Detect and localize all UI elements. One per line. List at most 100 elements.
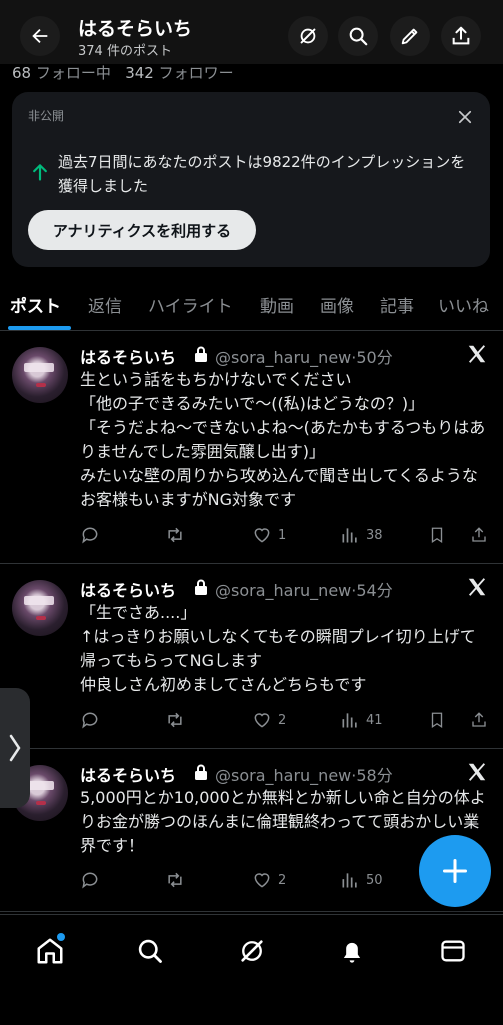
x-logo-icon — [466, 576, 488, 602]
tab-images[interactable]: 画像 — [320, 292, 354, 317]
heart-icon — [254, 873, 270, 888]
back-arrow-icon — [32, 28, 48, 44]
views-button[interactable]: 50 — [340, 870, 383, 890]
post-author-name[interactable]: はるそらいち — [80, 344, 176, 368]
reply-icon — [82, 872, 98, 889]
nav-grok[interactable] — [236, 935, 268, 967]
plus-icon — [442, 858, 468, 884]
like-button[interactable]: 2 — [252, 870, 286, 890]
bottom-navigation — [0, 914, 503, 1025]
post-author-name[interactable]: はるそらいち — [80, 577, 176, 601]
following-label[interactable]: フォロー中 — [36, 64, 111, 82]
close-card-button[interactable] — [456, 108, 474, 130]
impression-message: 過去7日間にあなたのポストは9822件のインプレッションを獲得しました — [58, 153, 466, 195]
share-icon — [472, 712, 486, 727]
nav-messages[interactable] — [437, 935, 469, 967]
views-button[interactable]: 38 — [340, 525, 383, 545]
post-item[interactable]: はるそらいち @sora_haru_new·50分 生という話をもちかけないでく… — [0, 331, 503, 564]
followers-count[interactable]: 342 — [125, 64, 154, 82]
repost-icon — [168, 712, 182, 728]
repost-button[interactable] — [164, 525, 192, 545]
search-icon — [138, 939, 162, 963]
messages-icon — [441, 940, 465, 962]
reply-icon — [82, 712, 98, 729]
reply-button[interactable] — [80, 710, 106, 730]
post-handle[interactable]: @sora_haru_new — [215, 581, 351, 600]
tab-likes[interactable]: いいね — [438, 292, 489, 317]
grok-button[interactable] — [288, 16, 328, 56]
close-icon — [458, 110, 472, 124]
views-icon — [342, 713, 357, 728]
share-button[interactable] — [441, 16, 481, 56]
post-actions: 2 41 — [80, 710, 490, 734]
like-button[interactable]: 2 — [252, 710, 286, 730]
search-button[interactable] — [338, 16, 378, 56]
repost-button[interactable] — [164, 870, 192, 890]
heart-icon — [254, 528, 270, 543]
repost-icon — [168, 527, 182, 543]
post-body: 「生でさあ....」 ↑はっきりお願いしなくてもその瞬間プレイ切り上げて帰っても… — [80, 603, 476, 694]
post-item[interactable]: はるそらいち @sora_haru_new·54分 「生でさあ....」 ↑はっ… — [0, 564, 503, 749]
tab-articles[interactable]: 記事 — [380, 292, 414, 317]
tab-videos[interactable]: 動画 — [260, 292, 294, 317]
post-time[interactable]: 50分 — [356, 348, 392, 367]
post-body: 生という話をもちかけないでください 「他の子できるみたいで〜((私)はどうなの？… — [80, 370, 486, 509]
bookmark-icon — [431, 527, 443, 544]
follow-stats: 68 フォロー中 342 フォロワー — [12, 62, 234, 83]
pencil-icon — [401, 28, 418, 45]
tab-highlights[interactable]: ハイライト — [148, 292, 233, 317]
post-handle[interactable]: @sora_haru_new — [215, 348, 351, 367]
active-tab-indicator — [8, 326, 71, 330]
nav-notifications[interactable] — [336, 935, 368, 967]
bookmark-button[interactable] — [428, 525, 446, 545]
like-count: 2 — [278, 712, 287, 728]
reply-button[interactable] — [80, 525, 106, 545]
search-icon — [349, 27, 368, 46]
nav-search[interactable] — [134, 935, 166, 967]
repost-button[interactable] — [164, 710, 192, 730]
profile-title: はるそらいち — [78, 18, 193, 40]
view-count: 41 — [366, 712, 383, 728]
side-drawer-handle[interactable] — [0, 688, 30, 808]
repost-icon — [168, 872, 182, 888]
share-icon — [452, 26, 470, 45]
analytics-button[interactable]: アナリティクスを利用する — [28, 210, 256, 250]
lock-icon — [195, 764, 207, 780]
notification-dot — [57, 933, 65, 941]
post-handle[interactable]: @sora_haru_new — [215, 766, 351, 785]
views-icon — [342, 528, 357, 543]
notifications-icon — [343, 942, 361, 963]
avatar[interactable] — [12, 347, 68, 403]
views-icon — [342, 873, 357, 888]
tab-posts[interactable]: ポスト — [10, 292, 61, 317]
trend-up-icon — [30, 162, 50, 186]
lock-icon — [195, 579, 207, 595]
x-logo-icon — [466, 343, 488, 369]
tab-replies[interactable]: 返信 — [88, 292, 122, 317]
analytics-card: 非公開 過去7日間にあなたのポストは9822件のインプレッションを獲得しました … — [12, 92, 490, 267]
grok-icon — [300, 28, 316, 44]
avatar[interactable] — [12, 580, 68, 636]
reply-button[interactable] — [80, 870, 106, 890]
view-count: 50 — [366, 872, 383, 888]
share-post-button[interactable] — [470, 710, 488, 730]
bookmark-icon — [431, 712, 443, 729]
reply-icon — [82, 527, 98, 544]
bookmark-button[interactable] — [428, 710, 446, 730]
like-button[interactable]: 1 — [252, 525, 286, 545]
back-button[interactable] — [20, 16, 60, 56]
lock-icon — [195, 346, 207, 362]
edit-profile-button[interactable] — [390, 16, 430, 56]
x-logo-icon — [466, 761, 488, 787]
share-post-button[interactable] — [470, 525, 488, 545]
compose-post-button[interactable] — [419, 835, 491, 907]
post-time[interactable]: 58分 — [356, 766, 392, 785]
followers-label[interactable]: フォロワー — [159, 64, 234, 82]
private-label: 非公開 — [28, 109, 65, 123]
following-count[interactable]: 68 — [12, 64, 31, 82]
post-author-name[interactable]: はるそらいち — [80, 762, 176, 786]
post-time[interactable]: 54分 — [356, 581, 392, 600]
view-count: 38 — [366, 527, 383, 543]
views-button[interactable]: 41 — [340, 710, 383, 730]
heart-icon — [254, 713, 270, 728]
